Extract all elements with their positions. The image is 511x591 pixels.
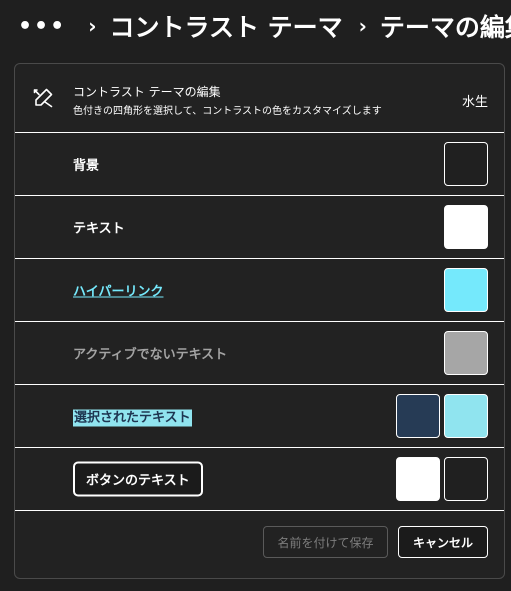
- current-theme-name: 水生: [461, 95, 488, 110]
- chevron-right-icon: ›: [358, 14, 367, 38]
- text-color-swatch[interactable]: [444, 205, 488, 249]
- color-row-selected-text: 選択されたテキスト: [15, 385, 504, 448]
- hyperlink-color-swatch[interactable]: [444, 268, 488, 312]
- selected-text-foreground-swatch[interactable]: [444, 394, 488, 438]
- breadcrumb-contrast-themes[interactable]: コントラスト テーマ: [109, 8, 342, 44]
- breadcrumb-header: ••• › コントラスト テーマ › テーマの編集: [0, 0, 511, 52]
- more-button[interactable]: •••: [18, 14, 66, 39]
- button-text-foreground-swatch[interactable]: [396, 457, 440, 501]
- hyperlink-label: ハイパーリンク: [73, 284, 164, 300]
- selected-text-background-swatch[interactable]: [396, 394, 440, 438]
- chevron-right-icon: ›: [88, 14, 97, 38]
- panel-subtitle: 色付きの四角形を選択して、コントラストの色をカスタマイズします: [73, 106, 382, 117]
- selected-text-label: 選択されたテキスト: [73, 409, 192, 427]
- edit-theme-header-row: コントラスト テーマの編集 色付きの四角形を選択して、コントラストの色をカスタマ…: [15, 64, 504, 133]
- color-row-button-text: ボタンのテキスト: [15, 448, 504, 511]
- color-row-hyperlink: ハイパーリンク: [15, 259, 504, 322]
- save-as-button[interactable]: 名前を付けて保存: [263, 526, 388, 558]
- background-label: 背景: [73, 158, 100, 174]
- background-color-swatch[interactable]: [444, 142, 488, 186]
- color-row-text: テキスト: [15, 196, 504, 259]
- color-row-background: 背景: [15, 133, 504, 196]
- button-text-label: ボタンのテキスト: [73, 461, 203, 497]
- button-text-background-swatch[interactable]: [444, 457, 488, 501]
- breadcrumb-edit-theme: テーマの編集: [379, 13, 511, 42]
- edit-theme-panel: コントラスト テーマの編集 色付きの四角形を選択して、コントラストの色をカスタマ…: [14, 63, 505, 579]
- panel-title: コントラスト テーマの編集: [73, 85, 221, 99]
- text-label: テキスト: [73, 221, 125, 237]
- color-row-inactive-text: アクティブでないテキスト: [15, 322, 504, 385]
- inactive-text-color-swatch[interactable]: [444, 331, 488, 375]
- selected-text-label-wrap: 選択されたテキスト: [73, 407, 192, 427]
- cancel-button[interactable]: キャンセル: [398, 526, 488, 558]
- panel-footer: 名前を付けて保存 キャンセル: [15, 511, 504, 578]
- inactive-text-label: アクティブでないテキスト: [73, 347, 228, 363]
- paint-brush-icon: [33, 88, 53, 108]
